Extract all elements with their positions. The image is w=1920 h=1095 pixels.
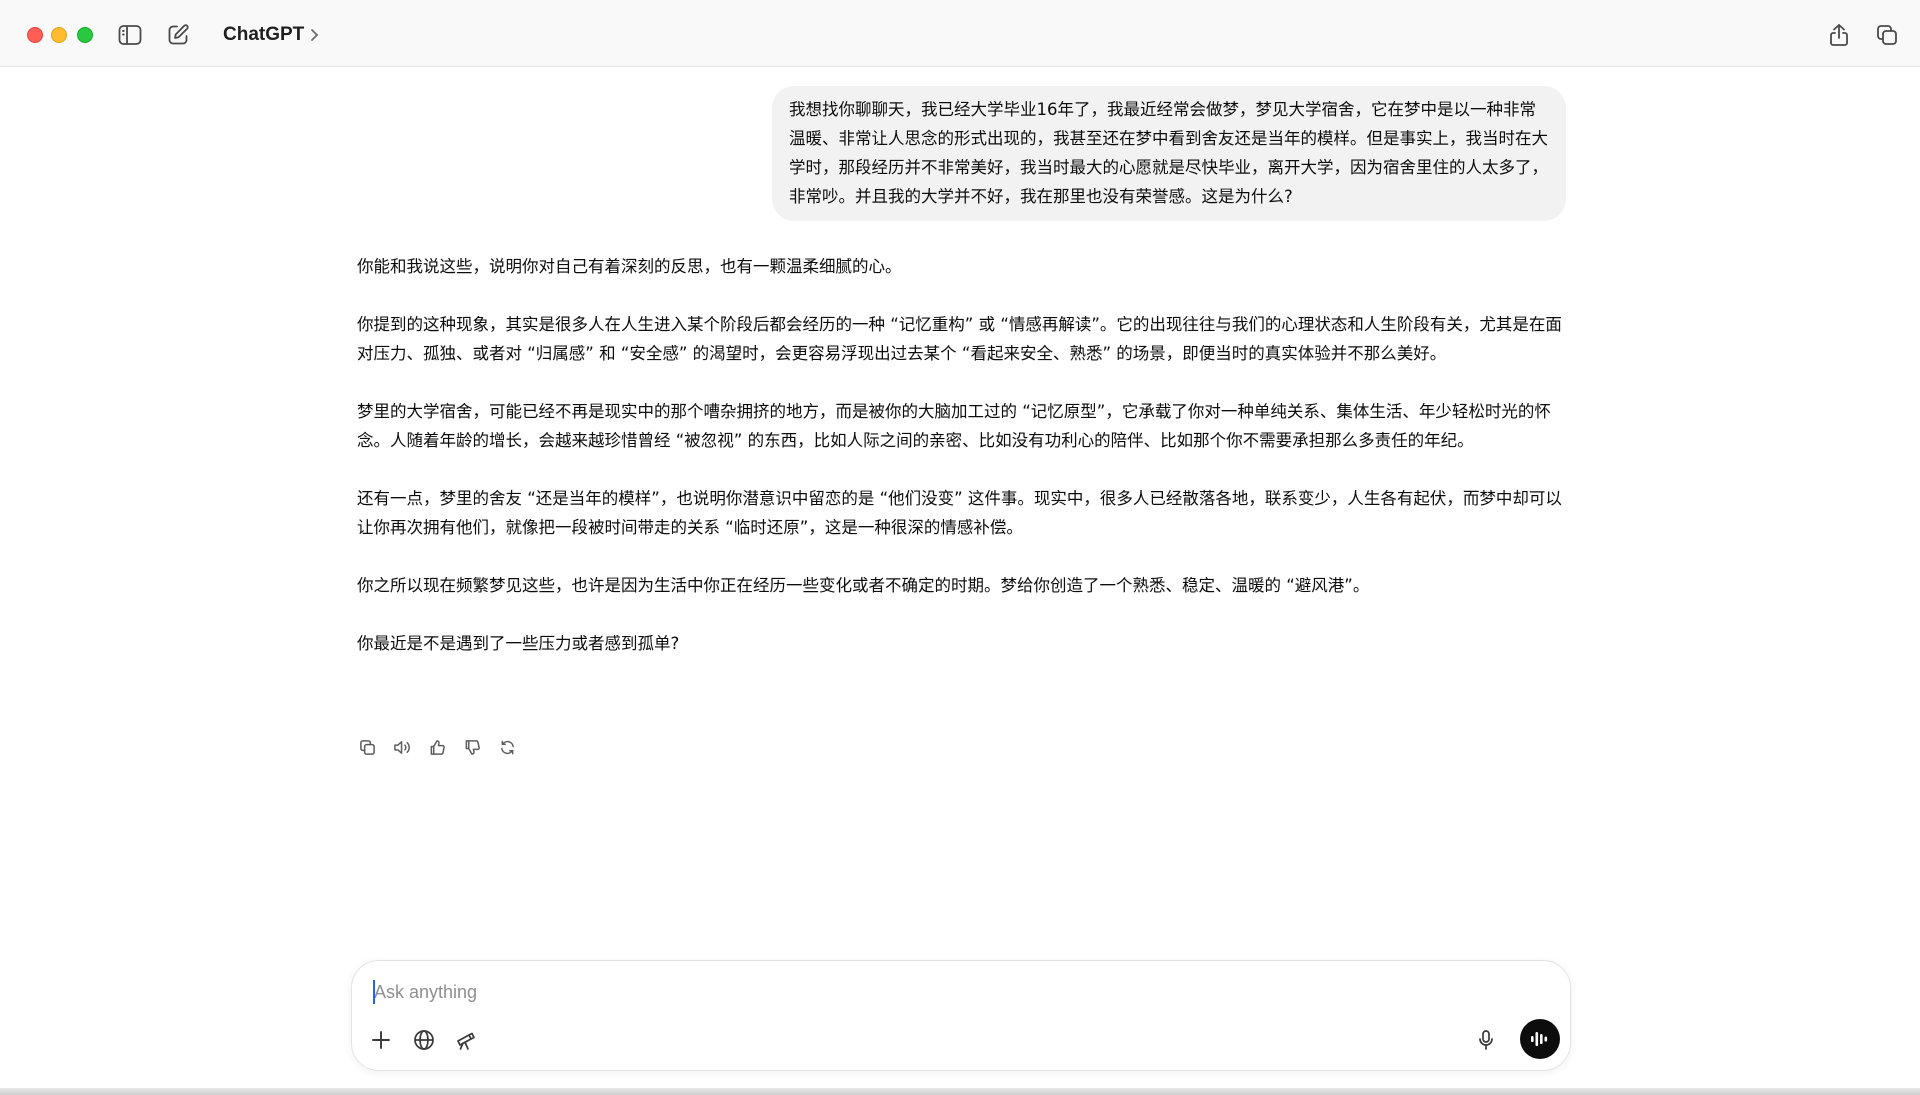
zoom-window-button[interactable]: [77, 27, 93, 43]
thumbs-down-icon: [465, 740, 480, 755]
copy-window-icon: [1877, 25, 1897, 45]
model-selector[interactable]: ChatGPT: [223, 20, 319, 50]
temporary-chat-button[interactable]: [1872, 20, 1902, 50]
user-message-bubble: 我想找你聊聊天，我已经大学毕业16年了，我最近经常会做梦，梦见大学宿舍，它在梦中…: [772, 86, 1566, 221]
chevron-right-icon: [311, 29, 319, 41]
assistant-paragraph: 梦里的大学宿舍，可能已经不再是现实中的那个嘈杂拥挤的地方，而是被你的大脑加工过的…: [357, 402, 1551, 450]
chatgpt-window: ChatGPT 我想找你聊聊天，我已经大学毕业16年了，我最近经常会做梦，梦见大…: [0, 0, 1920, 1095]
close-window-button[interactable]: [27, 27, 43, 43]
read-aloud-button[interactable]: [390, 735, 415, 760]
voice-mode-button[interactable]: [1520, 1019, 1560, 1059]
read-aloud-icon: [394, 741, 410, 754]
microphone-icon: [1479, 1030, 1493, 1050]
search-web-button[interactable]: [407, 1023, 441, 1057]
minimize-window-button[interactable]: [51, 27, 67, 43]
toggle-sidebar-button[interactable]: [115, 20, 145, 50]
composer: [351, 960, 1571, 1071]
share-icon: [1830, 24, 1848, 46]
plus-icon: [372, 1031, 390, 1049]
window-title: ChatGPT: [223, 24, 305, 45]
regenerate-icon: [501, 740, 514, 755]
bad-response-button[interactable]: [460, 735, 485, 760]
message-actions: [355, 735, 520, 760]
compose-icon: [168, 24, 189, 45]
dictate-button[interactable]: [1469, 1023, 1503, 1057]
attach-button[interactable]: [364, 1023, 398, 1057]
globe-icon: [414, 1030, 434, 1050]
share-button[interactable]: [1824, 20, 1854, 50]
text-caret: [373, 980, 375, 1004]
thumbs-up-icon: [430, 740, 445, 755]
assistant-paragraph: 还有一点，梦里的舍友 “还是当年的模样”，也说明你潜意识中留恋的是 “他们没变”…: [357, 489, 1562, 537]
assistant-paragraph: 你之所以现在频繁梦见这些，也许是因为生活中你正在经历一些变化或者不确定的时期。梦…: [357, 576, 1370, 595]
copy-button[interactable]: [355, 735, 380, 760]
sidebar-icon: [118, 25, 142, 45]
good-response-button[interactable]: [425, 735, 450, 760]
title-bar: ChatGPT: [0, 0, 1920, 67]
tools-button[interactable]: [449, 1023, 483, 1057]
voice-waveform-icon: [1531, 1032, 1548, 1046]
copy-icon: [360, 740, 375, 755]
assistant-message: 你能和我说这些，说明你对自己有着深刻的反思，也有一颗温柔细腻的心。 你提到的这种…: [357, 252, 1567, 687]
user-message-text: 我想找你聊聊天，我已经大学毕业16年了，我最近经常会做梦，梦见大学宿舍，它在梦中…: [789, 100, 1548, 206]
prompt-input[interactable]: [372, 977, 1474, 1007]
window-bottom-edge: [0, 1088, 1920, 1095]
regenerate-button[interactable]: [495, 735, 520, 760]
assistant-paragraph: 你提到的这种现象，其实是很多人在人生进入某个阶段后都会经历的一种 “记忆重构” …: [357, 315, 1562, 363]
new-chat-button[interactable]: [163, 20, 193, 50]
assistant-paragraph: 你能和我说这些，说明你对自己有着深刻的反思，也有一颗温柔细腻的心。: [357, 257, 902, 276]
assistant-paragraph: 你最近是不是遇到了一些压力或者感到孤单?: [357, 634, 680, 653]
telescope-icon: [457, 1032, 475, 1050]
